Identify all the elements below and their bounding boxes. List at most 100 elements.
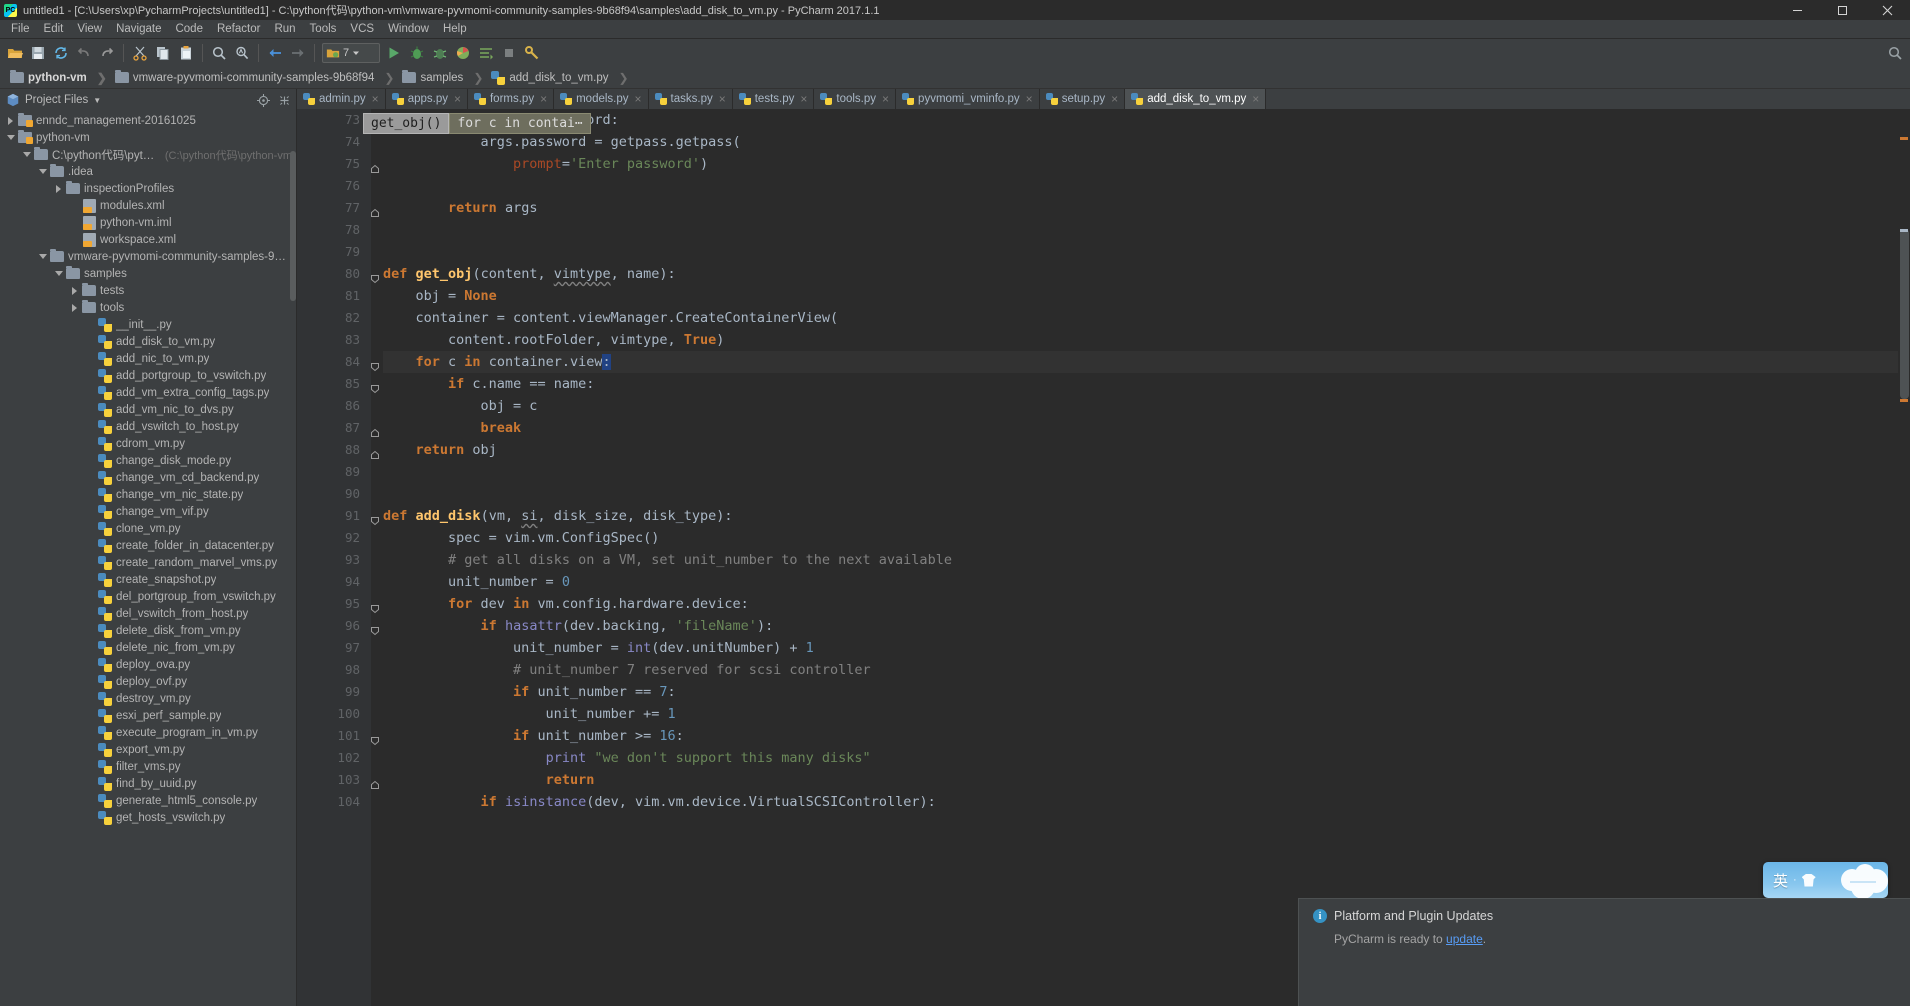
tree-item[interactable]: workspace.xml [0,231,296,248]
minimize-button[interactable] [1775,0,1820,20]
target-icon[interactable] [255,92,271,108]
tree-item[interactable]: destroy_vm.py [0,690,296,707]
undo-icon[interactable] [73,42,95,64]
code-line[interactable]: if c.name == name: [383,373,1910,395]
tree-item[interactable]: esxi_perf_sample.py [0,707,296,724]
tree-item[interactable]: delete_nic_from_vm.py [0,639,296,656]
editor-tab[interactable]: pyvmomi_vminfo.py × [896,89,1040,109]
close-icon[interactable]: × [719,92,726,106]
tree-item[interactable]: add_portgroup_to_vswitch.py [0,367,296,384]
tree-item[interactable]: change_vm_cd_backend.py [0,469,296,486]
tree-expand-arrow[interactable] [68,286,81,295]
close-icon[interactable]: × [800,92,807,106]
open-folder-icon[interactable] [4,42,26,64]
code-line[interactable] [383,219,1910,241]
project-tree-scrollbar[interactable] [290,151,296,301]
code-line[interactable]: return obj [383,439,1910,461]
breadcrumb-item-file[interactable]: add_disk_to_vm.py ❯ [489,70,634,86]
tree-item[interactable]: add_vm_extra_config_tags.py [0,384,296,401]
debug-button[interactable] [406,42,428,64]
code-line[interactable]: def get_obj(content, vimtype, name): [383,263,1910,285]
close-icon[interactable]: × [1026,92,1033,106]
editor-tab[interactable]: admin.py × [297,89,386,109]
code-line[interactable]: args.password = getpass.getpass( [383,131,1910,153]
code-line[interactable]: return args [383,197,1910,219]
editor-scrollbar-thumb[interactable] [1900,229,1909,399]
ime-indicator[interactable]: 英 · [1763,862,1888,898]
code-line[interactable]: def add_disk(vm, si, disk_size, disk_typ… [383,505,1910,527]
code-line[interactable]: for c in container.view: [383,351,1910,373]
tree-item[interactable]: modules.xml [0,197,296,214]
tree-collapse-arrow[interactable] [36,169,49,174]
breadcrumb-item-samples-repo[interactable]: vmware-pyvmomi-community-samples-9b68f94… [113,70,401,86]
code-line[interactable]: print "we don't support this many disks" [383,747,1910,769]
tree-item[interactable]: change_vm_vif.py [0,503,296,520]
menu-view[interactable]: View [70,22,109,36]
code-text[interactable]: if not args.password: args.password = ge… [371,109,1910,1006]
editor-tab[interactable]: apps.py × [386,89,468,109]
find-icon[interactable] [208,42,230,64]
code-line[interactable]: obj = c [383,395,1910,417]
menu-edit[interactable]: Edit [37,22,71,36]
tree-item[interactable]: execute_program_in_vm.py [0,724,296,741]
run-configuration-selector[interactable]: 7 [322,43,380,63]
code-line[interactable]: if unit_number == 7: [383,681,1910,703]
paste-icon[interactable] [175,42,197,64]
tree-item[interactable]: clone_vm.py [0,520,296,537]
attach-button[interactable] [475,42,497,64]
tree-item[interactable]: .idea [0,163,296,180]
tree-item[interactable]: deploy_ovf.py [0,673,296,690]
menu-help[interactable]: Help [436,22,474,36]
code-line[interactable]: obj = None [383,285,1910,307]
code-line[interactable]: spec = vim.vm.ConfigSpec() [383,527,1910,549]
menu-file[interactable]: File [4,22,37,36]
tree-collapse-arrow[interactable] [52,271,65,276]
tree-collapse-arrow[interactable] [4,135,17,140]
collapse-all-icon[interactable] [276,92,292,108]
editor-tab[interactable]: add_disk_to_vm.py × [1125,89,1267,109]
tree-item[interactable]: change_disk_mode.py [0,452,296,469]
code-line[interactable]: if unit_number >= 16: [383,725,1910,747]
code-line[interactable] [383,241,1910,263]
forward-icon[interactable] [287,42,309,64]
run-coverage-button[interactable] [429,42,451,64]
code-line[interactable]: unit_number = 0 [383,571,1910,593]
close-icon[interactable]: × [882,92,889,106]
tree-item[interactable]: add_vm_nic_to_dvs.py [0,401,296,418]
code-line[interactable]: break [383,417,1910,439]
tree-item[interactable]: __init__.py [0,316,296,333]
update-link[interactable]: update [1446,932,1483,946]
tree-item[interactable]: change_vm_nic_state.py [0,486,296,503]
code-line[interactable] [383,483,1910,505]
tree-item[interactable]: vmware-pyvmomi-community-samples-9b68f94 [0,248,296,265]
close-icon[interactable]: × [540,92,547,106]
code-line[interactable] [383,461,1910,483]
code-line[interactable]: for dev in vm.config.hardware.device: [383,593,1910,615]
close-icon[interactable]: × [372,92,379,106]
tree-item[interactable]: deploy_ova.py [0,656,296,673]
error-stripe-mark[interactable] [1900,399,1908,402]
tree-item[interactable]: create_random_marvel_vms.py [0,554,296,571]
cut-icon[interactable] [129,42,151,64]
code-line[interactable]: # get all disks on a VM, set unit_number… [383,549,1910,571]
code-line[interactable]: unit_number = int(dev.unitNumber) + 1 [383,637,1910,659]
tree-item[interactable]: enndc_management-20161025 [0,112,296,129]
editor-scrollbar[interactable] [1898,109,1910,1006]
replace-icon[interactable] [231,42,253,64]
close-icon[interactable]: × [454,92,461,106]
maximize-button[interactable] [1820,0,1865,20]
tree-item[interactable]: create_snapshot.py [0,571,296,588]
tree-item[interactable]: generate_html5_console.py [0,792,296,809]
tree-item[interactable]: del_vswitch_from_host.py [0,605,296,622]
editor-tab[interactable]: tests.py × [733,89,815,109]
editor-tab[interactable]: tools.py × [814,89,897,109]
editor-tab-bar[interactable]: admin.py × apps.py × forms.py × models.py × task… [297,89,1910,109]
tree-item[interactable]: tools [0,299,296,316]
structure-breadcrumb-popup[interactable]: get_obj() for c in contai⋯ [363,113,591,134]
tree-item[interactable]: filter_vms.py [0,758,296,775]
error-stripe-mark[interactable] [1900,229,1908,232]
back-icon[interactable] [264,42,286,64]
stop-button[interactable] [498,42,520,64]
tree-item[interactable]: python-vm [0,129,296,146]
error-stripe-mark[interactable] [1900,137,1908,140]
